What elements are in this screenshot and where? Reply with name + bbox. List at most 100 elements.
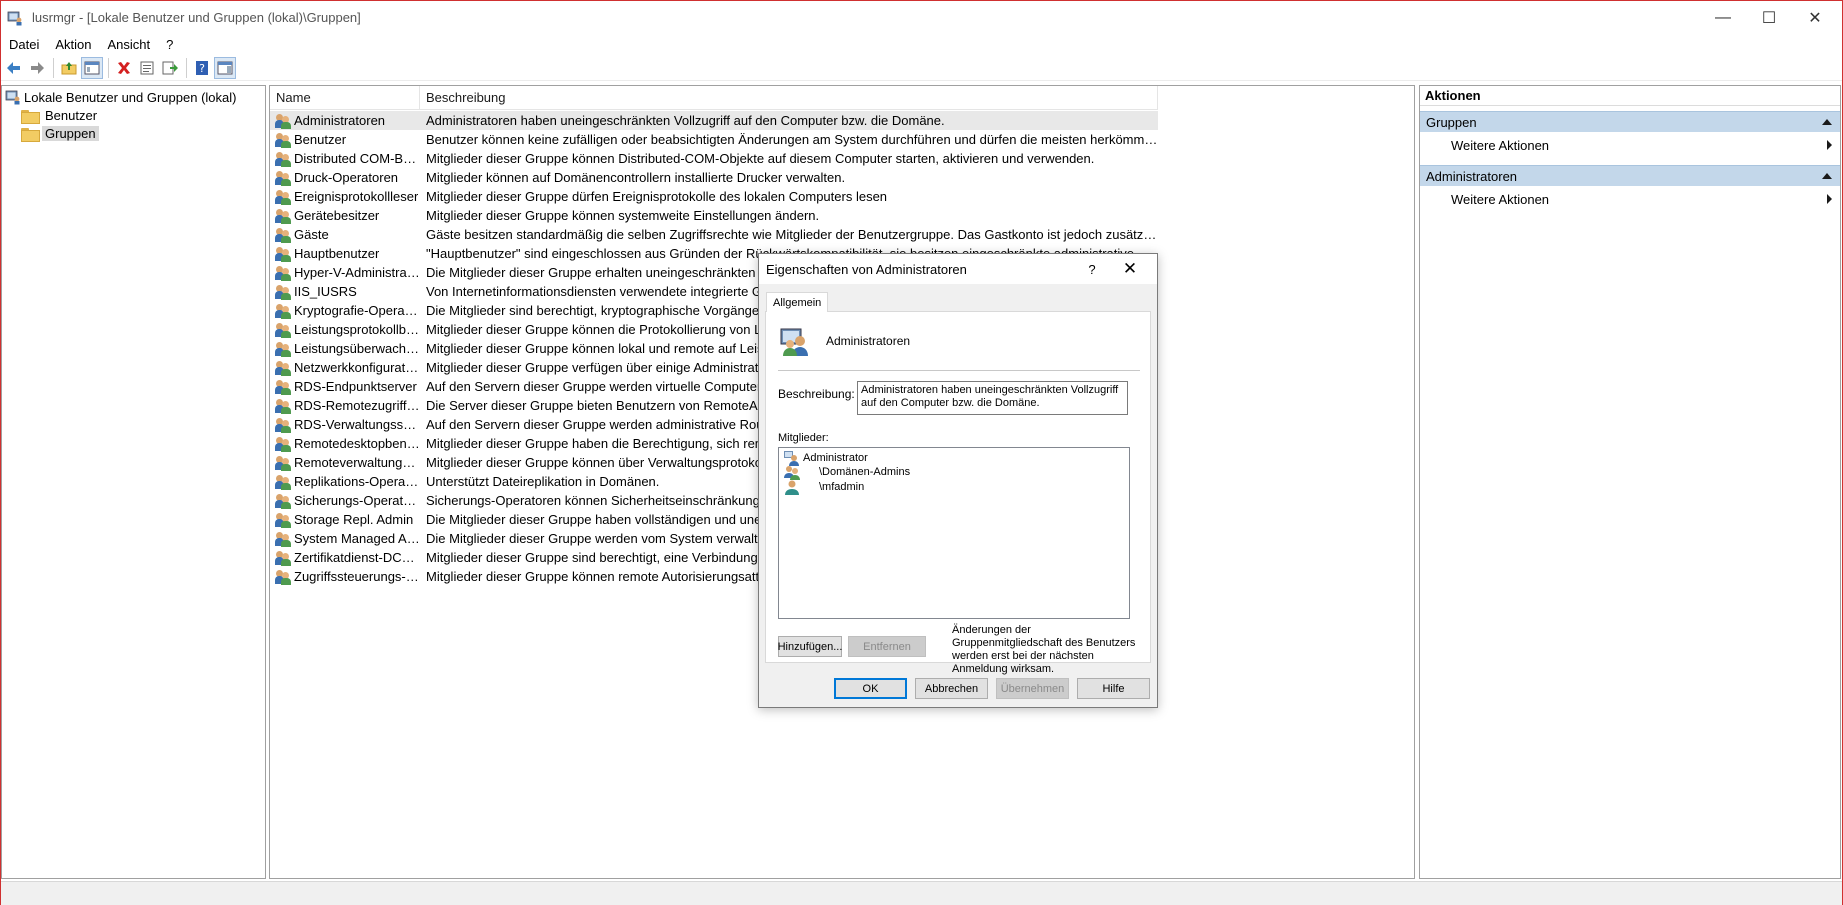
table-row[interactable]: Benutzer Benutzer können keine zufälligen… bbox=[270, 130, 1158, 149]
toolbar-separator bbox=[53, 57, 54, 78]
title-bar: lusrmgr - [Lokale Benutzer und Gruppen (… bbox=[1, 1, 1842, 34]
close-button[interactable]: ✕ bbox=[1792, 1, 1838, 34]
cell-name: Leistungsüberwachun... bbox=[270, 341, 420, 357]
dialog-help-text-button[interactable]: Hilfe bbox=[1077, 678, 1150, 699]
forward-button[interactable] bbox=[26, 57, 48, 79]
local-users-groups-icon bbox=[5, 89, 21, 105]
show-hide-tree-button[interactable] bbox=[81, 56, 103, 79]
group-description: Benutzer können keine zufälligen oder be… bbox=[426, 132, 1158, 147]
group-icon bbox=[275, 265, 291, 281]
dialog-close-button[interactable]: ✕ bbox=[1117, 258, 1143, 280]
group-icon bbox=[275, 227, 291, 243]
menu-help[interactable]: ? bbox=[158, 37, 181, 52]
tab-allgemein[interactable]: Allgemein bbox=[766, 292, 829, 312]
member-item[interactable]: \mfadmin bbox=[784, 479, 864, 495]
group-icon bbox=[275, 341, 291, 357]
properties-button[interactable] bbox=[136, 57, 158, 79]
table-row[interactable]: Druck-Operatoren Mitglieder können auf Do… bbox=[270, 168, 1158, 187]
help-button[interactable]: ? bbox=[191, 57, 213, 79]
list-header: Name Beschreibung bbox=[270, 86, 1158, 110]
app-window: lusrmgr - [Lokale Benutzer und Gruppen (… bbox=[0, 0, 1843, 905]
actions-group-administratoren[interactable]: Administratoren bbox=[1420, 165, 1840, 186]
group-icon bbox=[275, 531, 291, 547]
description-field[interactable]: Administratoren haben uneingeschränkten … bbox=[857, 381, 1128, 415]
cell-name: Zugriffssteuerungs-U... bbox=[270, 569, 420, 585]
group-icon bbox=[275, 493, 291, 509]
group-description: Mitglieder dieser Gruppe dürfen Ereignis… bbox=[426, 189, 888, 204]
ok-button[interactable]: OK bbox=[834, 678, 907, 699]
back-button[interactable] bbox=[3, 57, 25, 79]
cell-name: Gerätebesitzer bbox=[270, 208, 420, 224]
menu-datei[interactable]: Datei bbox=[1, 37, 47, 52]
show-hide-action-pane-button[interactable] bbox=[214, 56, 236, 79]
group-icon bbox=[275, 246, 291, 262]
table-row[interactable]: Gerätebesitzer Mitglieder dieser Gruppe k… bbox=[270, 206, 1158, 225]
help-icon: ? bbox=[196, 60, 208, 75]
toolbar-separator bbox=[108, 57, 109, 78]
group-icon bbox=[275, 284, 291, 300]
group-name: Druck-Operatoren bbox=[294, 170, 399, 185]
group-name: Benutzer bbox=[294, 132, 347, 147]
group-name: Ereignisprotokollleser bbox=[294, 189, 419, 204]
dialog-help-button[interactable]: ? bbox=[1081, 258, 1103, 280]
group-description: Gäste besitzen standardmäßig die selben … bbox=[426, 227, 1158, 242]
group-icon bbox=[275, 417, 291, 433]
apply-button[interactable]: Übernehmen bbox=[996, 678, 1069, 699]
tree-root[interactable]: Lokale Benutzer und Gruppen (lokal) bbox=[5, 88, 236, 106]
more-actions-administratoren[interactable]: Weitere Aktionen bbox=[1420, 189, 1840, 209]
back-arrow-icon bbox=[7, 61, 20, 74]
description-label: Beschreibung: bbox=[778, 387, 855, 401]
cell-name: Remotedesktopbenut... bbox=[270, 436, 420, 452]
table-row[interactable]: Gäste Gäste besitzen standardmäßig die se… bbox=[270, 225, 1158, 244]
maximize-button[interactable]: ☐ bbox=[1746, 1, 1792, 34]
group-name: Zertifikatdienst-DCO... bbox=[294, 550, 420, 565]
column-header-name[interactable]: Name bbox=[270, 86, 420, 109]
cancel-button[interactable]: Abbrechen bbox=[915, 678, 988, 699]
group-name: Gäste bbox=[294, 227, 329, 242]
tree-item-label: Gruppen bbox=[42, 125, 99, 141]
group-name: RDS-Remotezugriffsse... bbox=[294, 398, 420, 413]
table-row[interactable]: Administratoren Administratoren haben une… bbox=[270, 111, 1158, 130]
remove-member-button[interactable]: Entfernen bbox=[848, 636, 926, 657]
cell-name: Replikations-Operator bbox=[270, 474, 420, 490]
member-name: \Domänen-Admins bbox=[819, 466, 911, 478]
members-list[interactable]: Administrator \Domänen-Admins \mfadmin bbox=[778, 447, 1130, 619]
cell-name: Leistungsprotokollbe... bbox=[270, 322, 420, 338]
table-row[interactable]: Ereignisprotokollleser Mitglieder dieser … bbox=[270, 187, 1158, 206]
tree-item-gruppen[interactable]: Gruppen bbox=[21, 124, 99, 142]
group-description: Mitglieder dieser Gruppe können systemwe… bbox=[426, 208, 820, 223]
menu-ansicht[interactable]: Ansicht bbox=[100, 37, 159, 52]
more-actions-gruppen[interactable]: Weitere Aktionen bbox=[1420, 135, 1840, 155]
group-name: Administratoren bbox=[294, 113, 386, 128]
group-description: Mitglieder können auf Domänencontrollern… bbox=[426, 170, 846, 185]
member-item[interactable]: \Domänen-Admins bbox=[784, 464, 910, 480]
group-name: Leistungsüberwachun... bbox=[294, 341, 420, 356]
folder-icon bbox=[21, 126, 40, 142]
app-icon bbox=[7, 10, 23, 26]
cell-name: Kryptografie-Operator... bbox=[270, 303, 420, 319]
up-level-button[interactable] bbox=[58, 57, 80, 79]
group-icon bbox=[275, 132, 291, 148]
cell-name: RDS-Verwaltungsserver bbox=[270, 417, 420, 433]
user-icon bbox=[784, 479, 800, 495]
membership-info-text: Änderungen der Gruppenmitgliedschaft des… bbox=[952, 624, 1136, 675]
tree-item-benutzer[interactable]: Benutzer bbox=[21, 106, 100, 124]
delete-button[interactable] bbox=[113, 57, 135, 79]
status-bar bbox=[1, 881, 1842, 905]
minimize-button[interactable]: — bbox=[1700, 1, 1746, 34]
export-list-button[interactable] bbox=[159, 57, 181, 79]
cell-name: Remoteverwaltungsb... bbox=[270, 455, 420, 471]
column-header-description[interactable]: Beschreibung bbox=[420, 86, 1158, 109]
table-row[interactable]: Distributed COM-Ben... Mitglieder dieser … bbox=[270, 149, 1158, 168]
forward-arrow-icon bbox=[31, 61, 44, 74]
group-icon bbox=[275, 474, 291, 490]
add-member-button[interactable]: Hinzufügen... bbox=[778, 636, 842, 657]
menu-aktion[interactable]: Aktion bbox=[47, 37, 99, 52]
cell-name: Hyper-V-Administrat... bbox=[270, 265, 420, 281]
cell-name: RDS-Remotezugriffsse... bbox=[270, 398, 420, 414]
actions-group-gruppen[interactable]: Gruppen bbox=[1420, 111, 1840, 132]
group-icon bbox=[275, 113, 291, 129]
group-large-icon bbox=[779, 325, 811, 357]
group-icon bbox=[275, 550, 291, 566]
group-name: Remoteverwaltungsb... bbox=[294, 455, 420, 470]
